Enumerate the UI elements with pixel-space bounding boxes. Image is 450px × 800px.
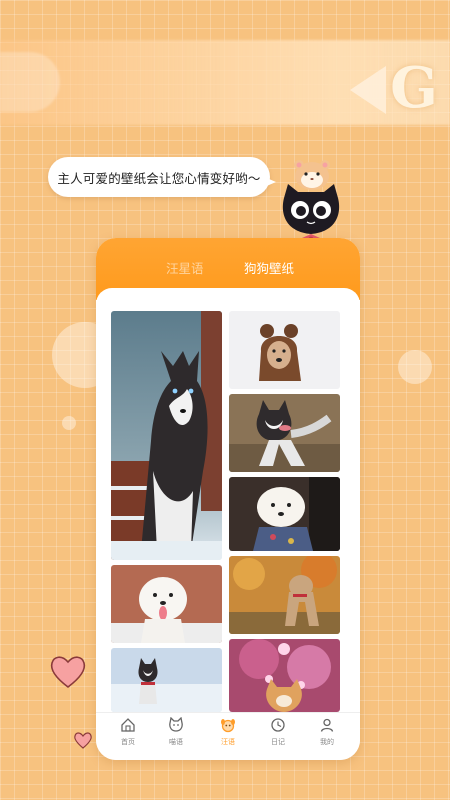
wallpaper-card[interactable] <box>111 648 222 712</box>
bear-hat-dog-image <box>229 311 340 389</box>
golden-dog-autumn-image <box>229 556 340 634</box>
nav-dog[interactable]: 汪语 <box>206 717 250 757</box>
maltese-sweater-image <box>229 477 340 551</box>
header-curve <box>96 288 360 312</box>
cat-icon <box>169 717 183 732</box>
banner-fade <box>0 52 60 112</box>
nav-diary-label: 日记 <box>271 738 285 746</box>
tab-dog-wallpaper[interactable]: 狗狗壁纸 <box>244 258 294 277</box>
clock-icon <box>271 718 285 732</box>
speech-bubble-text: 主人可爱的壁纸会让您心情变好哟～ <box>57 170 261 186</box>
husky-puppy-snow-image <box>111 648 222 712</box>
wallpaper-card[interactable] <box>229 639 340 712</box>
speech-bubble: 主人可爱的壁纸会让您心情变好哟～ <box>48 157 270 197</box>
wallpaper-card[interactable] <box>229 556 340 634</box>
wallpaper-card[interactable] <box>229 477 340 551</box>
nav-cat[interactable]: 喵语 <box>154 717 198 757</box>
wallpaper-card[interactable] <box>111 565 222 643</box>
dog-icon <box>221 719 235 733</box>
heart-small-icon <box>74 732 92 749</box>
home-icon <box>121 718 135 732</box>
shiba-pink-lights-image <box>229 639 340 712</box>
nav-cat-label: 喵语 <box>169 738 183 746</box>
husky-snow-image <box>111 311 222 560</box>
wallpaper-card[interactable] <box>111 311 222 560</box>
tab-dog-language[interactable]: 汪星语 <box>166 258 204 277</box>
nav-home[interactable]: 首页 <box>106 717 150 757</box>
deco-circle-small <box>62 416 76 430</box>
g-logo-mark: G <box>390 55 438 121</box>
user-icon <box>320 718 334 732</box>
wallpaper-card[interactable] <box>229 394 340 472</box>
nav-diary[interactable]: 日记 <box>256 717 300 757</box>
husky-dirt-image <box>229 394 340 472</box>
phone-frame: 汪星语 狗狗壁纸 首页 喵语 汪语 日记 我的 <box>96 238 360 760</box>
speech-bubble-tail <box>262 176 276 188</box>
wallpaper-card[interactable] <box>229 311 340 389</box>
heart-icon <box>50 656 86 689</box>
nav-dog-label: 汪语 <box>221 738 235 746</box>
nav-profile-label: 我的 <box>320 738 334 746</box>
bottom-nav: 首页 喵语 汪语 日记 我的 <box>96 712 360 760</box>
nav-profile[interactable]: 我的 <box>305 717 349 757</box>
nav-home-label: 首页 <box>121 738 135 746</box>
mascot-cat-hamster <box>282 160 340 244</box>
deco-circle-right <box>398 350 432 384</box>
white-puppy-image <box>111 565 222 643</box>
